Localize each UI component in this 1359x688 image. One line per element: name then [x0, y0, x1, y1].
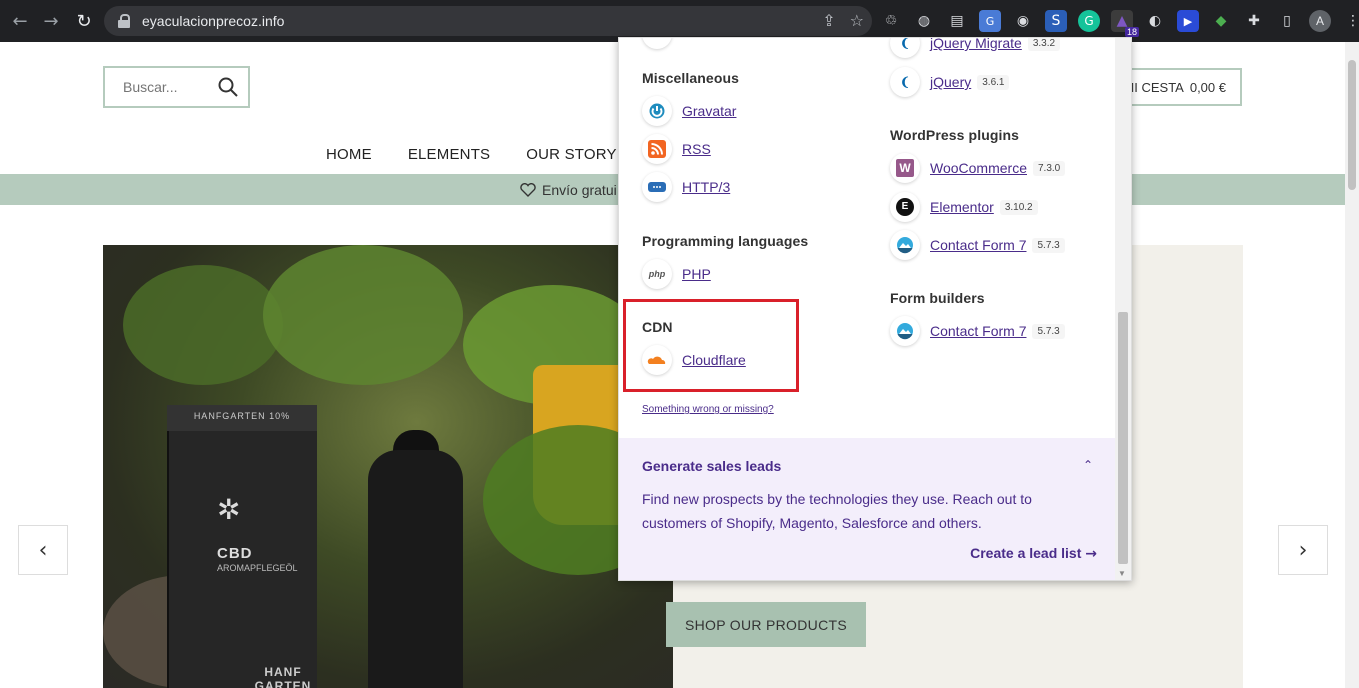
tech-item-http3[interactable]: HTTP/3 [642, 171, 730, 203]
slider-prev-button[interactable]: ‹ [18, 525, 68, 575]
woocommerce-icon: W [890, 153, 920, 183]
leads-title: Generate sales leads [642, 458, 782, 474]
translate-extension-icon[interactable]: G [979, 10, 1001, 32]
chevron-right-icon: › [1298, 537, 1308, 563]
category-programming-languages: Programming languages [642, 233, 809, 249]
swirl-extension-icon[interactable]: ◐ [1144, 10, 1166, 32]
wappalyzer-popup: Miscellaneous Gravatar RSS HTTP/3 Progra… [618, 37, 1132, 581]
category-wordpress-plugins: WordPress plugins [890, 127, 1020, 143]
main-navigation: HOME ELEMENTS OUR STORY [321, 140, 648, 177]
tech-item-jquery[interactable]: ❨ jQuery 3.6.1 [890, 66, 1010, 98]
scroll-down-icon[interactable]: ▼ [1118, 569, 1126, 578]
oil-bottle [368, 450, 463, 688]
page-scrollbar[interactable] [1345, 42, 1359, 688]
slider-next-button[interactable]: › [1278, 525, 1328, 575]
category-miscellaneous: Miscellaneous [642, 70, 740, 86]
wappalyzer-icon[interactable]: ▲ 18 [1111, 10, 1139, 37]
nav-home[interactable]: HOME [321, 140, 377, 177]
leads-description: Find new prospects by the technologies t… [642, 491, 1032, 531]
cart-total: 0,00 € [1189, 79, 1226, 95]
s-extension-icon[interactable]: S [1045, 10, 1067, 32]
tech-item-woocommerce[interactable]: W WooCommerce 7.3.0 [890, 152, 1066, 184]
category-form-builders: Form builders [890, 290, 985, 306]
tech-item-elementor[interactable]: E Elementor 3.10.2 [890, 191, 1038, 223]
elementor-icon: E [890, 192, 920, 222]
rss-icon [642, 134, 672, 164]
search-input[interactable] [123, 79, 223, 95]
chevron-left-icon: ‹ [38, 537, 48, 563]
extensions-bar: ♲ ◍ ▤ G ◉ S G ▲ 18 ◐ ▶ ◆ ✚ ▯ A ⋮ [880, 6, 1359, 37]
cannabis-leaf-icon: ✲ [217, 494, 241, 525]
arrow-right-icon: → [1085, 546, 1097, 562]
url-text: eyaculacionprecoz.info [142, 13, 285, 29]
globe-extension-icon[interactable]: ◍ [913, 10, 935, 32]
tech-item-rss[interactable]: RSS [642, 133, 711, 165]
hero-image: ✲ CBD AROMAPFLEGEÖL HANF GARTEN HANFGART… [103, 245, 673, 688]
sales-leads-panel: Generate sales leads ⌃ Find new prospect… [619, 438, 1117, 580]
category-cdn: CDN [642, 319, 673, 335]
tech-item-jquery-migrate[interactable]: ❨ jQuery Migrate 3.3.2 [890, 38, 1061, 59]
browser-toolbar: ← → ↻ eyaculacionprecoz.info ⇪ ☆ ♲ ◍ ▤ G… [0, 0, 1359, 42]
chevron-up-icon[interactable]: ⌃ [1083, 458, 1093, 472]
recycle-extension-icon[interactable]: ♲ [880, 10, 902, 32]
puzzle-extensions-icon[interactable]: ✚ [1243, 10, 1265, 32]
tech-item-cloudflare[interactable]: Cloudflare [642, 344, 746, 376]
camera-extension-icon[interactable]: ◉ [1012, 10, 1034, 32]
product-box: ✲ CBD AROMAPFLEGEÖL HANF GARTEN [167, 405, 317, 688]
share-icon[interactable]: ⇪ [822, 11, 835, 30]
create-lead-list-link[interactable]: Create a lead list → [970, 545, 1097, 562]
tech-item-gravatar[interactable]: Gravatar [642, 95, 736, 127]
php-icon: php [642, 259, 672, 289]
jquery-icon: ❨ [890, 67, 920, 97]
jquery-icon: ❨ [890, 38, 920, 58]
bookmark-star-icon[interactable]: ☆ [850, 11, 864, 30]
nav-our-story[interactable]: OUR STORY [521, 140, 621, 177]
kebab-menu-icon[interactable]: ⋮ [1342, 10, 1359, 32]
popup-scrollbar[interactable]: ▼ [1115, 38, 1131, 580]
something-wrong-link[interactable]: Something wrong or missing? [642, 404, 774, 415]
tech-item-contact-form-7[interactable]: Contact Form 7 5.7.3 [890, 315, 1065, 347]
contact-form-7-icon [890, 316, 920, 346]
tech-item-contact-form-7[interactable]: Contact Form 7 5.7.3 [890, 229, 1065, 261]
search-icon[interactable] [218, 77, 238, 97]
promo-text: Envío gratui [542, 181, 617, 198]
nav-elements[interactable]: ELEMENTS [403, 140, 495, 177]
lock-icon [118, 14, 130, 28]
forward-icon[interactable]: → [40, 10, 62, 32]
side-panel-icon[interactable]: ▯ [1276, 10, 1298, 32]
address-bar[interactable]: eyaculacionprecoz.info ⇪ ☆ [104, 6, 872, 36]
profile-avatar[interactable]: A [1309, 10, 1331, 32]
video-extension-icon[interactable]: ▶ [1177, 10, 1199, 32]
shop-products-button[interactable]: SHOP OUR PRODUCTS [666, 602, 866, 647]
reload-icon[interactable]: ↻ [73, 10, 95, 32]
grammarly-icon[interactable]: G [1078, 10, 1100, 32]
tech-item-php[interactable]: php PHP [642, 258, 711, 290]
back-icon[interactable]: ← [9, 10, 31, 32]
gravatar-icon [642, 96, 672, 126]
cart-label: MI CESTA [1123, 79, 1184, 95]
partial-tech-icon [642, 38, 672, 49]
http3-icon [642, 172, 672, 202]
cloudflare-icon [642, 345, 672, 375]
tech-item-cut [642, 38, 682, 50]
site-search [103, 66, 250, 108]
heart-icon [520, 182, 536, 197]
contact-form-7-icon [890, 230, 920, 260]
printer-extension-icon[interactable]: ▤ [946, 10, 968, 32]
google-drive-icon[interactable]: ◆ [1210, 10, 1232, 32]
